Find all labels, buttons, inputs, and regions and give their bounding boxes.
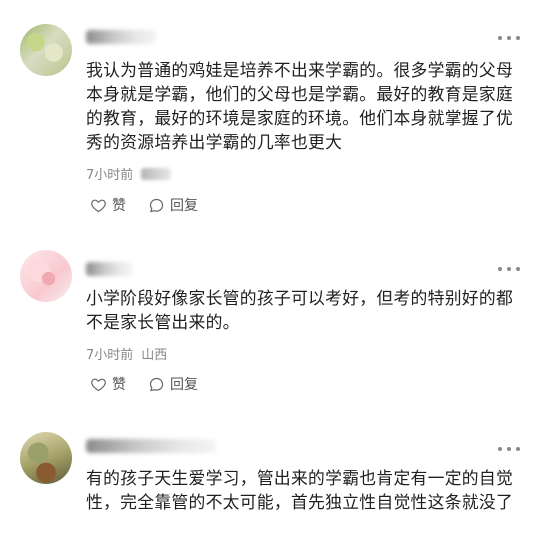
heart-icon — [91, 378, 106, 391]
reply-label: 回复 — [170, 198, 198, 214]
more-horizontal-icon[interactable] — [498, 444, 520, 454]
comment-meta: 7小时前 山西 — [86, 344, 167, 363]
comment-bubble-icon — [149, 198, 164, 212]
more-horizontal-icon[interactable] — [498, 264, 520, 274]
reply-button[interactable]: 回复 — [148, 374, 198, 394]
avatar[interactable] — [20, 432, 72, 484]
comment-actions: 赞 回复 — [90, 374, 198, 394]
avatar[interactable] — [20, 24, 72, 76]
comment-text: 小学阶段好像家长管的孩子可以考好，但考的特别好的都不是家长管出来的。 — [86, 288, 514, 332]
avatar[interactable] — [20, 250, 72, 302]
comment-time: 7小时前 — [86, 168, 134, 183]
more-horizontal-icon[interactable] — [498, 33, 520, 43]
username-blurred[interactable] — [86, 262, 132, 276]
comment-meta: 7小时前 — [86, 164, 172, 183]
reply-button[interactable]: 回复 — [148, 195, 198, 215]
heart-icon — [91, 199, 106, 212]
like-label: 赞 — [112, 377, 126, 393]
like-button[interactable]: 赞 — [90, 195, 126, 215]
like-label: 赞 — [112, 198, 126, 214]
location-blurred — [141, 167, 172, 180]
like-button[interactable]: 赞 — [90, 374, 126, 394]
comment-location: 山西 — [141, 348, 168, 363]
comment-text: 我认为普通的鸡娃是培养不出来学霸的。很多学霸的父母本身就是学霸，他们的父母也是学… — [86, 60, 514, 152]
comment-bubble-icon — [149, 377, 164, 391]
comment-actions: 赞 回复 — [90, 195, 198, 215]
reply-label: 回复 — [170, 377, 198, 393]
username-blurred[interactable] — [86, 439, 216, 453]
comment-time: 7小时前 — [86, 348, 134, 363]
username-blurred[interactable] — [86, 30, 156, 44]
comment-text: 有的孩子天生爱学习，管出来的学霸也肯定有一定的自觉性，完全靠管的不太可能，首先独… — [86, 468, 514, 512]
